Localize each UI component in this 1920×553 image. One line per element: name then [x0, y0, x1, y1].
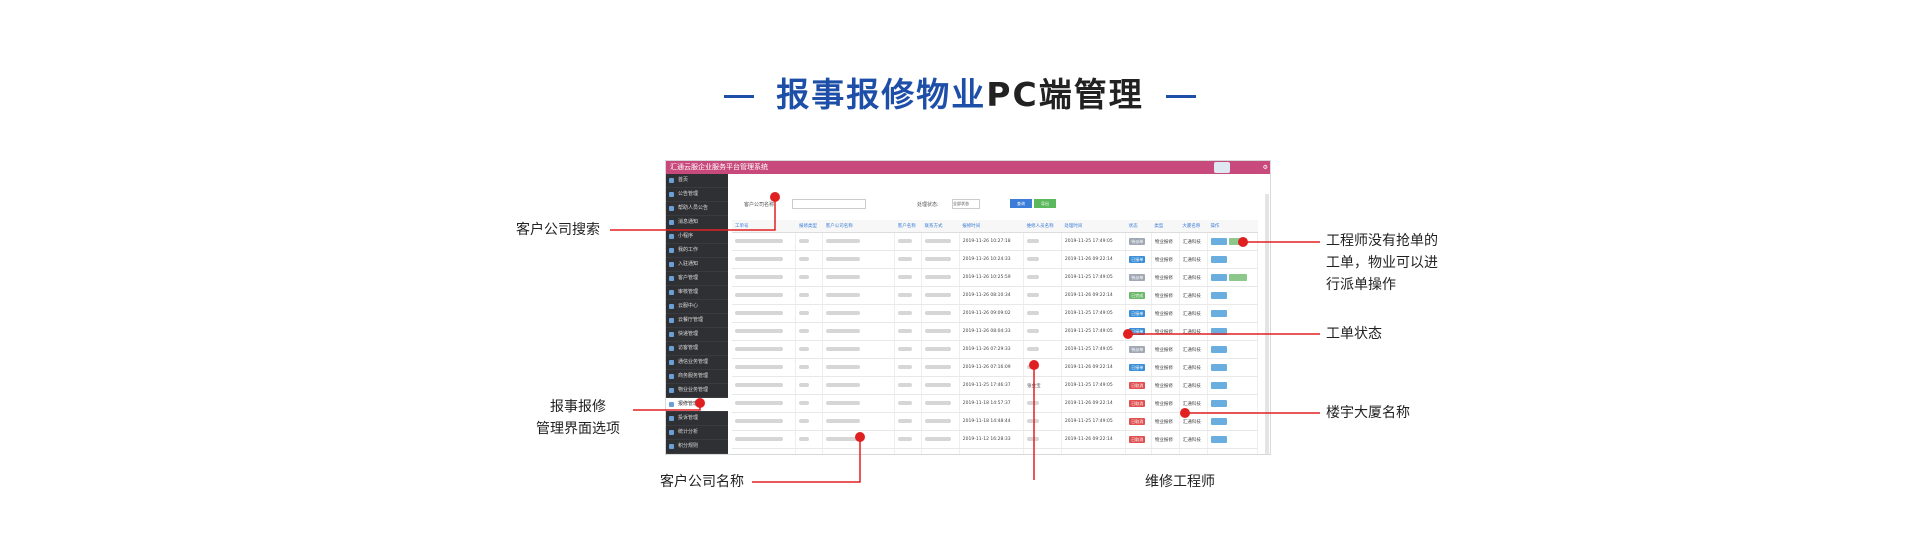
- annotation-engineer: 维修工程师: [1145, 474, 1215, 490]
- annotation-status: 工单状态: [1326, 326, 1382, 342]
- annotation-engineer-note-line2: 工单，物业可以进: [1326, 255, 1438, 271]
- marker-status: [1123, 329, 1133, 339]
- marker-search: [770, 192, 780, 202]
- annotation-menu-line1: 报事报修: [550, 399, 606, 415]
- marker-engineer: [1029, 360, 1039, 370]
- marker-building: [1180, 408, 1190, 418]
- annotation-engineer-note-line3: 行派单操作: [1326, 277, 1396, 293]
- line-search: [610, 197, 776, 231]
- annotation-menu-line2: 管理界面选项: [536, 421, 620, 437]
- annotation-building: 楼宇大厦名称: [1326, 405, 1410, 421]
- annotation-company: 客户公司名称: [660, 474, 744, 490]
- annotation-lines: [610, 192, 1320, 483]
- line-menu: [633, 403, 701, 411]
- annotation-search: 客户公司搜索: [516, 222, 600, 238]
- marker-company: [855, 432, 865, 442]
- line-company: [752, 437, 861, 483]
- annotation-menu: 报事报修 管理界面选项: [518, 396, 638, 440]
- annotation-engineer-note-line1: 工程师没有抢单的: [1326, 233, 1438, 249]
- marker-menu: [695, 398, 705, 408]
- marker-engineer-note: [1238, 237, 1248, 247]
- annotation-engineer-note: 工程师没有抢单的 工单，物业可以进 行派单操作: [1326, 230, 1438, 296]
